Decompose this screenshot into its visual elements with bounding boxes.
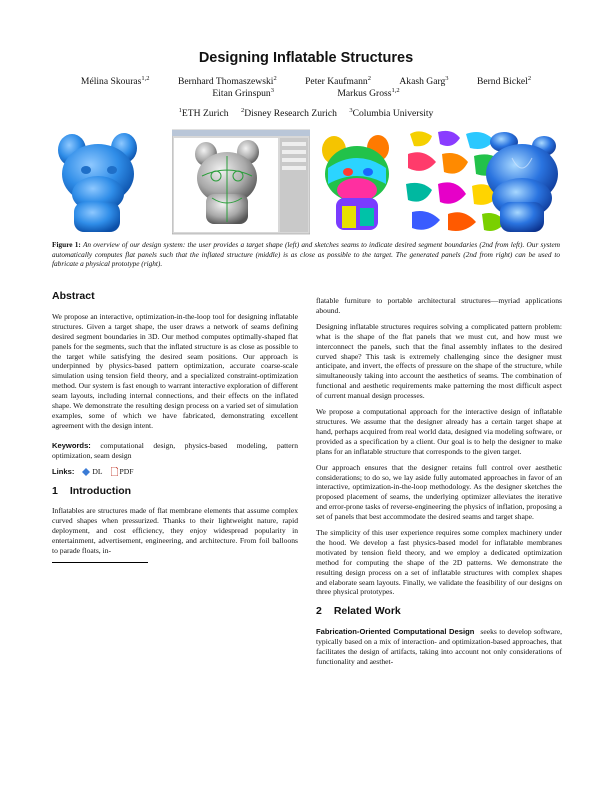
dl-link[interactable]: DL — [82, 467, 103, 477]
teaser-figure — [52, 128, 560, 236]
left-column: Abstract We propose an interactive, opti… — [52, 290, 298, 563]
author: Mélina Skouras1,2 — [80, 75, 150, 87]
author: Bernd Bickel2 — [476, 75, 532, 87]
seam-sketch-ui-image — [172, 129, 310, 235]
keywords: Keywords: computational design, physics-… — [52, 440, 298, 460]
figure-caption: Figure 1: An overview of our design syst… — [52, 240, 560, 269]
introduction-heading: 1 Introduction — [52, 484, 132, 497]
footnote-rule — [52, 561, 148, 563]
affiliations: 1ETH Zurich 2Disney Research Zurich 3Col… — [178, 107, 434, 119]
pdf-link[interactable]: PDF — [110, 467, 133, 477]
links-row: Links: DL PDF — [52, 466, 134, 477]
inflated-structure-image — [322, 135, 389, 230]
pdf-file-icon — [110, 467, 118, 477]
abstract-heading: Abstract — [52, 290, 95, 302]
paragraph: Designing inflatable structures requires… — [316, 321, 562, 401]
author: Markus Gross1,2 — [337, 87, 400, 99]
paragraph: We propose a computational approach for … — [316, 407, 562, 456]
author: Eitan Grinspun3 — [212, 87, 274, 99]
diamond-icon — [82, 467, 91, 476]
abstract-text: We propose an interactive, optimization-… — [52, 311, 298, 430]
paragraph: Fabrication-Oriented Computational Desig… — [316, 627, 562, 666]
author: Akash Garg3 — [399, 75, 449, 87]
author: Peter Kaufmann2 — [305, 75, 371, 87]
paragraph: flatable furniture to portable architect… — [316, 296, 562, 315]
target-shape-image — [58, 133, 137, 232]
authors-row-1: Mélina Skouras1,2 Bernhard Thomaszewski2… — [0, 75, 612, 88]
paragraph: Our approach ensures that the designer r… — [316, 462, 562, 522]
physical-prototype-image — [486, 132, 558, 232]
paragraph: The simplicity of this user experience r… — [316, 528, 562, 597]
right-column: flatable furniture to portable architect… — [316, 296, 562, 673]
related-work-heading: 2 Related Work — [316, 605, 401, 618]
authors-row-2: Eitan Grinspun3 Markus Gross1,2 — [0, 87, 612, 100]
paper-title: Designing Inflatable Structures — [198, 50, 414, 66]
intro-paragraph: Inflatables are structures made of flat … — [52, 506, 298, 556]
author: Bernhard Thomaszewski2 — [177, 75, 277, 87]
